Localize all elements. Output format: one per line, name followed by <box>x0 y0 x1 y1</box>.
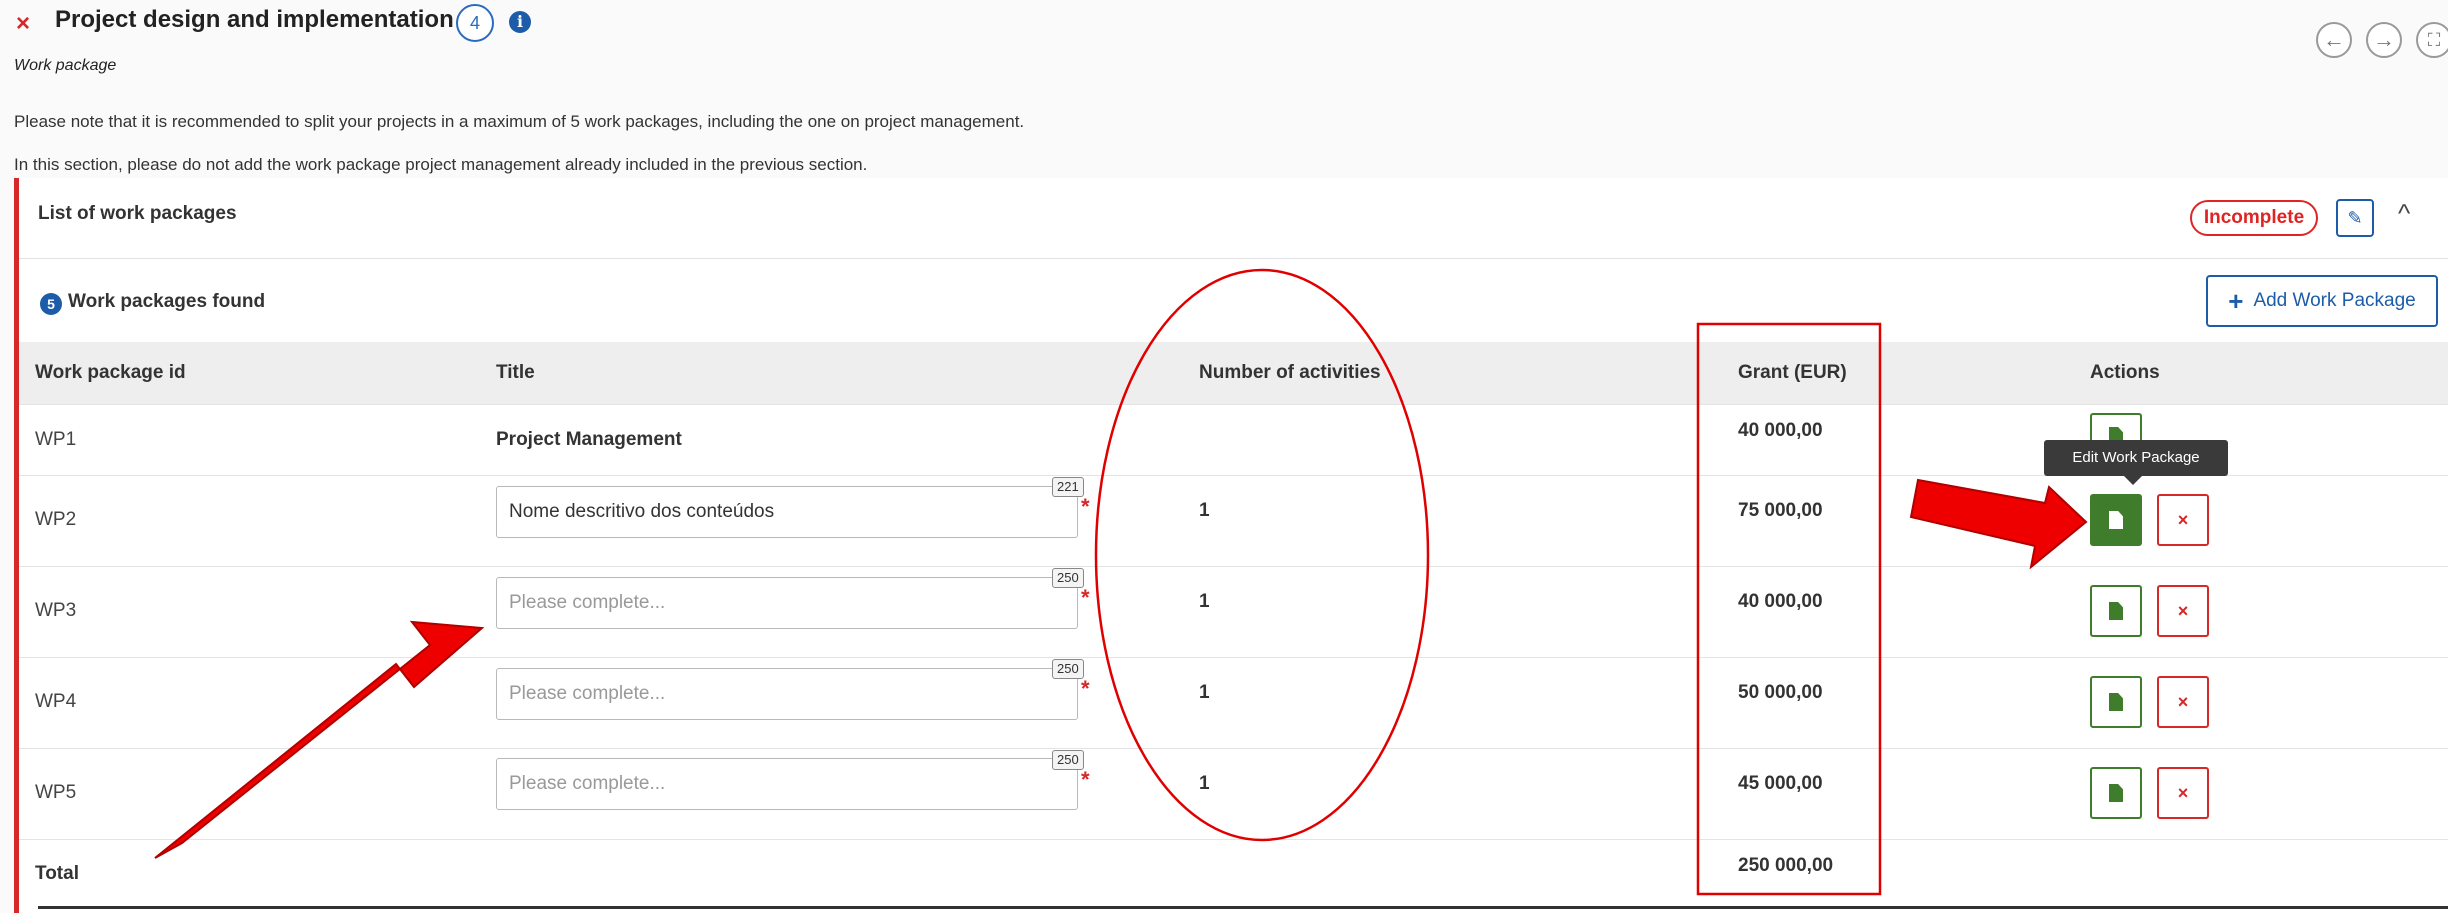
column-header-grant: Grant (EUR) <box>1738 362 1847 383</box>
wp-grant: 40 000,00 <box>1738 591 1823 612</box>
info-icon[interactable]: i <box>509 11 531 33</box>
wp-title-input[interactable] <box>496 486 1078 538</box>
total-label: Total <box>35 863 79 884</box>
section-title: List of work packages <box>38 203 237 224</box>
edit-work-package-button[interactable] <box>2090 585 2142 637</box>
add-work-package-button[interactable]: + Add Work Package <box>2206 275 2438 327</box>
status-badge: Incomplete <box>2190 200 2318 236</box>
wp-title-input[interactable] <box>496 758 1078 810</box>
wp-id: WP5 <box>35 782 77 803</box>
incomplete-status-icon: × <box>16 10 31 37</box>
wp-activities: 1 <box>1199 773 1210 794</box>
wp-id: WP4 <box>35 691 77 712</box>
wp-activities: 1 <box>1199 591 1210 612</box>
wp-id: WP3 <box>35 600 77 621</box>
document-icon <box>2109 511 2123 529</box>
wp-title-input[interactable] <box>496 577 1078 629</box>
character-counter: 250 <box>1052 659 1084 679</box>
table-row <box>19 748 2448 840</box>
required-marker: * <box>1081 767 1090 792</box>
divider <box>19 258 2448 259</box>
wp-grant: 40 000,00 <box>1738 420 1823 441</box>
section-note: In this section, please do not add the w… <box>14 155 868 174</box>
previous-section-icon[interactable]: ← <box>2316 22 2352 58</box>
column-header-id: Work package id <box>35 362 186 383</box>
wp-id: WP1 <box>35 429 77 450</box>
document-icon <box>2109 784 2123 802</box>
recommendation-note: Please note that it is recommended to sp… <box>14 112 1025 131</box>
character-counter: 250 <box>1052 750 1084 770</box>
total-grant: 250 000,00 <box>1738 855 1834 876</box>
wp-grant: 50 000,00 <box>1738 682 1823 703</box>
edit-section-button[interactable]: ✎ <box>2336 199 2374 237</box>
edit-work-package-tooltip: Edit Work Package <box>2044 440 2228 485</box>
close-icon: × <box>2177 510 2189 530</box>
column-header-title: Title <box>496 362 535 383</box>
fullscreen-icon[interactable]: ⛶ <box>2416 22 2448 58</box>
table-row <box>19 657 2448 749</box>
found-label: Work packages found <box>68 291 266 312</box>
pencil-icon: ✎ <box>2347 208 2363 228</box>
edit-work-package-button[interactable] <box>2090 494 2142 546</box>
required-marker: * <box>1081 676 1090 701</box>
column-header-activities: Number of activities <box>1199 362 1381 383</box>
next-section-icon[interactable]: → <box>2366 22 2402 58</box>
wp-activities: 1 <box>1199 682 1210 703</box>
table-row <box>19 475 2448 567</box>
add-work-package-label: Add Work Package <box>2253 290 2416 311</box>
close-icon: × <box>2177 601 2189 621</box>
edit-work-package-button[interactable] <box>2090 767 2142 819</box>
page-title: Project design and implementation <box>55 6 454 33</box>
wp-activities: 1 <box>1199 500 1210 521</box>
document-icon <box>2109 602 2123 620</box>
wp-title: Project Management <box>496 429 682 450</box>
table-row <box>19 566 2448 658</box>
delete-work-package-button[interactable]: × <box>2157 767 2209 819</box>
column-header-actions: Actions <box>2090 362 2160 383</box>
required-marker: * <box>1081 585 1090 610</box>
wp-grant: 45 000,00 <box>1738 773 1823 794</box>
delete-work-package-button[interactable]: × <box>2157 494 2209 546</box>
table-row-total <box>19 839 2448 907</box>
delete-work-package-button[interactable]: × <box>2157 676 2209 728</box>
required-marker: * <box>1081 494 1090 519</box>
section-number-badge: 4 <box>456 4 494 42</box>
table-bottom-border <box>38 906 2448 909</box>
page-subtitle: Work package <box>14 57 117 74</box>
document-icon <box>2109 693 2123 711</box>
wp-grant: 75 000,00 <box>1738 500 1823 521</box>
character-counter: 221 <box>1052 477 1084 497</box>
wp-id: WP2 <box>35 509 77 530</box>
character-counter: 250 <box>1052 568 1084 588</box>
close-icon: × <box>2177 783 2189 803</box>
plus-icon: + <box>2228 286 2244 316</box>
close-icon: × <box>2177 692 2189 712</box>
delete-work-package-button[interactable]: × <box>2157 585 2209 637</box>
wp-title-input[interactable] <box>496 668 1078 720</box>
collapse-chevron-icon[interactable]: ^ <box>2398 198 2410 229</box>
edit-work-package-button[interactable] <box>2090 676 2142 728</box>
found-count-badge: 5 <box>40 293 62 315</box>
